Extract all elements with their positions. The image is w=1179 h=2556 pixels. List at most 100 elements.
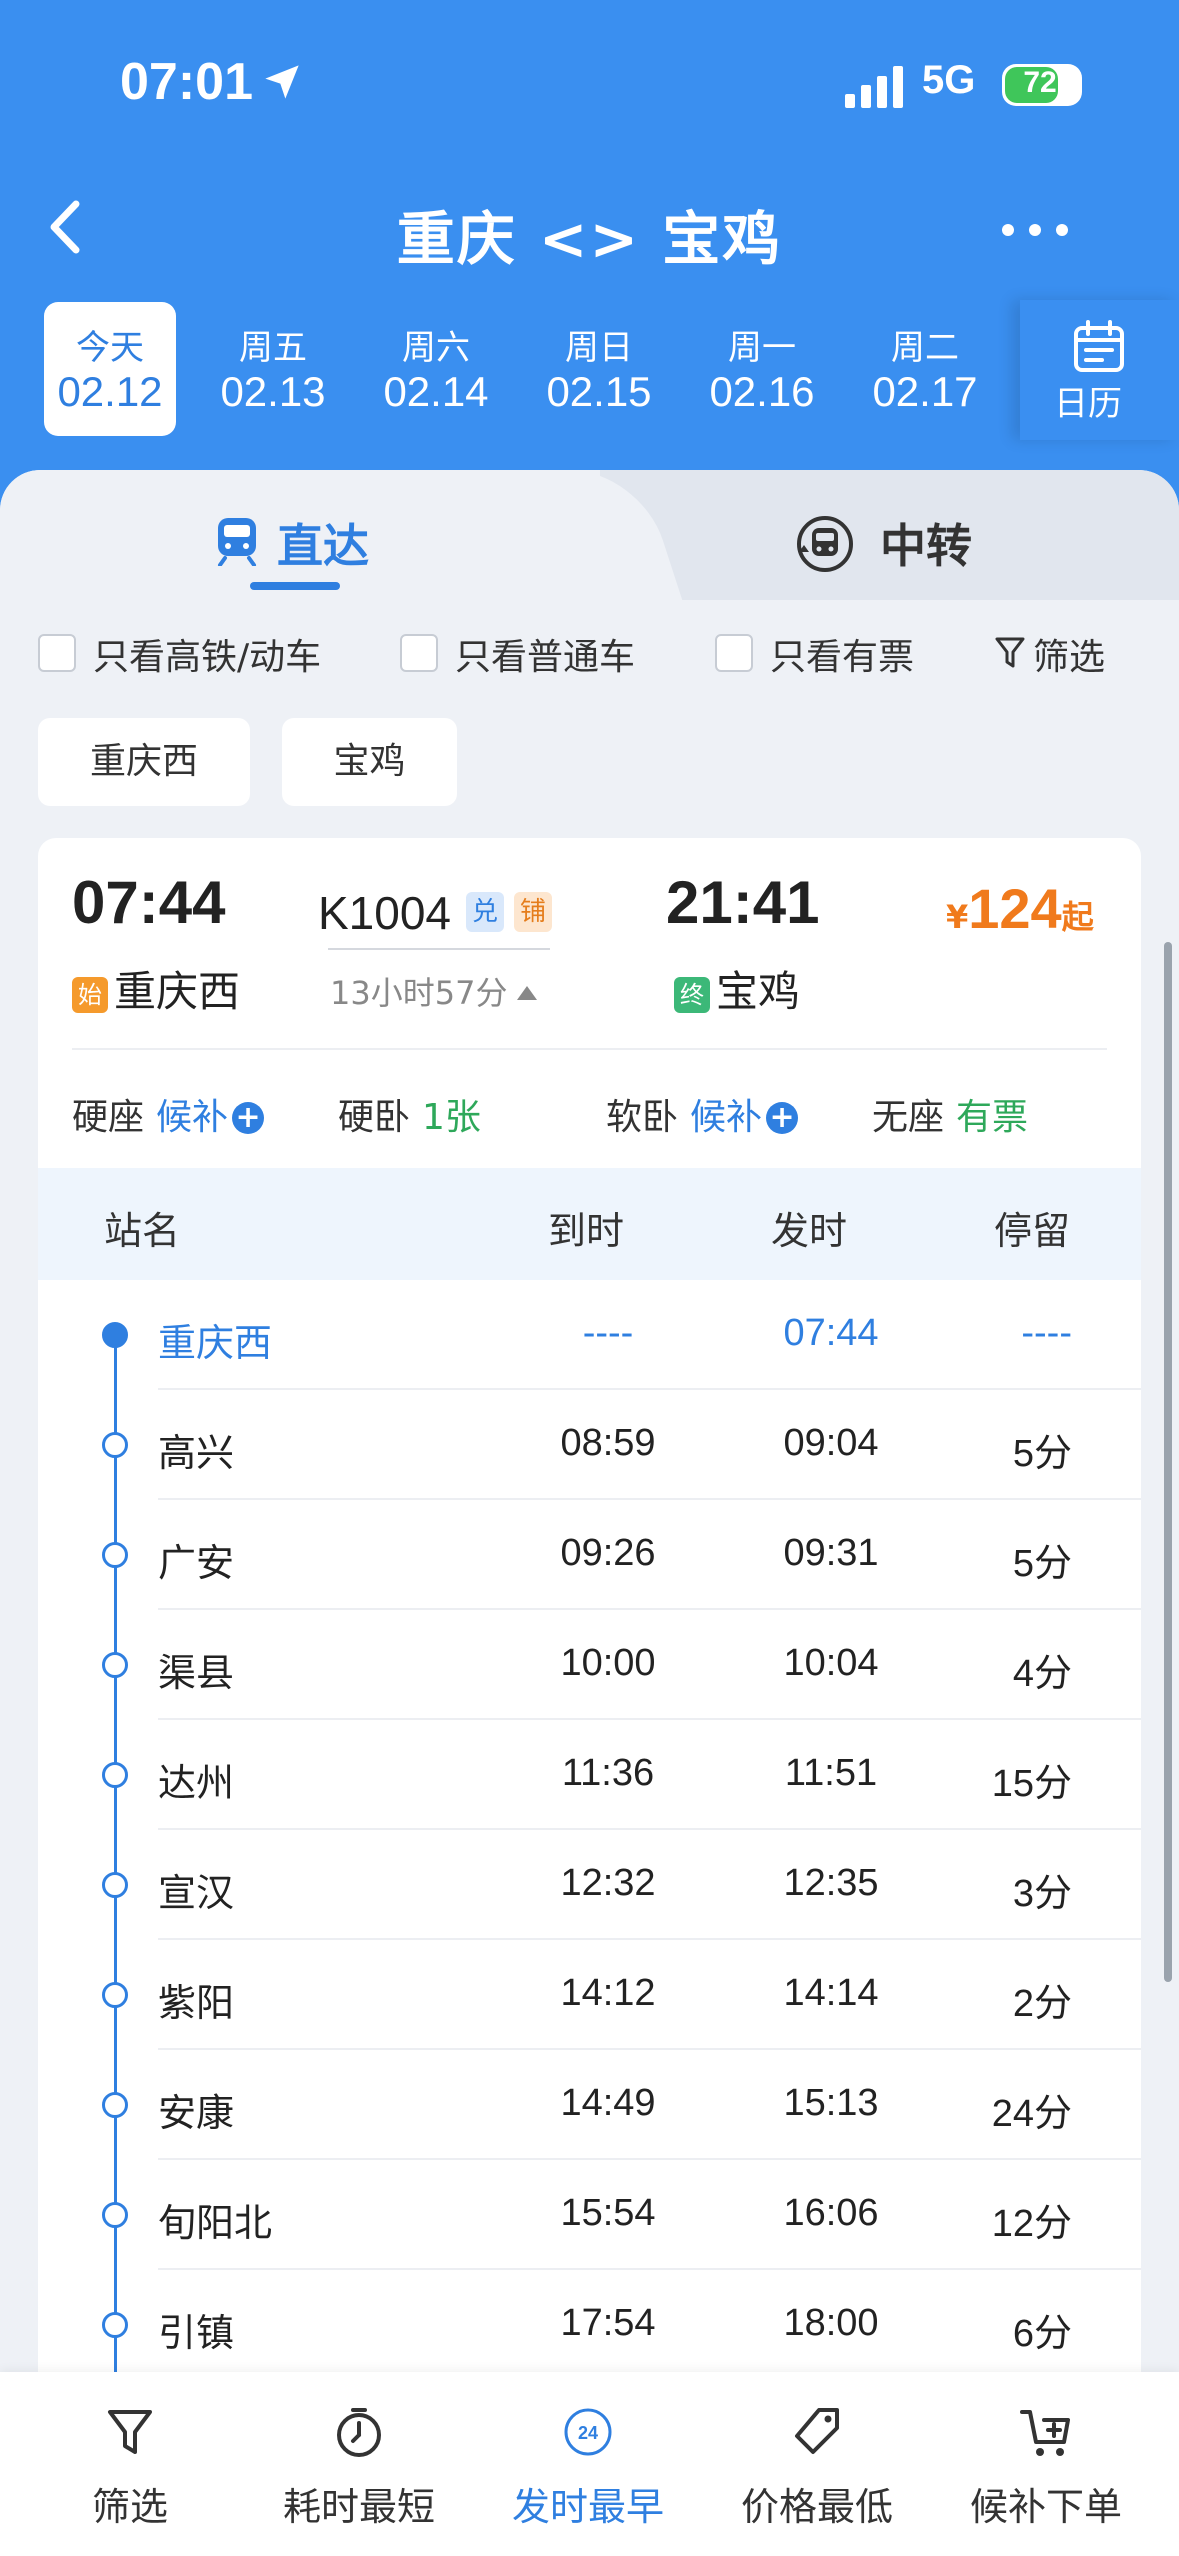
stop-stay: 15分 bbox=[991, 1763, 1072, 1805]
end-badge: 终 bbox=[674, 976, 710, 1013]
stop-depart: 09:31 bbox=[783, 1532, 879, 1574]
stopwatch-icon bbox=[337, 2408, 381, 2457]
transfer-train-icon bbox=[797, 516, 853, 572]
seat-hard-sleeper[interactable]: 硬卧 1张 bbox=[338, 1088, 481, 1140]
stop-arrive: 12:32 bbox=[560, 1862, 656, 1904]
tab-transfer-label: 中转 bbox=[880, 519, 972, 573]
date-tab-fri[interactable]: 周五 02.13 bbox=[207, 302, 339, 436]
main-panel: 直达 中转 只看高铁/动车 只看普通车 只看有票 筛选 重庆西 宝鸡 07:44… bbox=[0, 470, 1179, 2556]
duration-text: 13小时57分 bbox=[330, 974, 508, 1012]
sort-earliest-button[interactable]: 24 发时最早 bbox=[488, 2394, 688, 2534]
stop-stay: 4分 bbox=[1012, 1653, 1072, 1695]
checkbox-box[interactable] bbox=[400, 634, 438, 672]
plus-circle-icon[interactable]: + bbox=[766, 1102, 799, 1134]
date-weekday: 周日 bbox=[565, 328, 633, 368]
table-row: 紫阳 14:12 14:14 2分 bbox=[38, 1940, 1141, 2050]
active-tab-indicator bbox=[250, 582, 340, 590]
checkbox-label: 只看普通车 bbox=[455, 637, 636, 678]
price-currency: ¥ bbox=[946, 898, 969, 936]
date-tab-sat[interactable]: 周六 02.14 bbox=[370, 302, 502, 436]
funnel-icon bbox=[108, 2410, 152, 2454]
duration-line bbox=[328, 948, 550, 950]
waitlist-order-button[interactable]: 候补下单 bbox=[946, 2394, 1146, 2534]
calendar-button[interactable]: 日历 bbox=[1020, 300, 1179, 440]
departure-station-name: 重庆西 bbox=[114, 967, 241, 1016]
stop-dot bbox=[102, 1322, 128, 1348]
stop-dot bbox=[102, 1652, 128, 1678]
station-chip-departure[interactable]: 重庆西 bbox=[38, 718, 250, 806]
duration-toggle[interactable]: 13小时57分 bbox=[330, 968, 538, 1014]
caret-up-icon bbox=[517, 986, 538, 1000]
redeem-tag: 兑 bbox=[466, 892, 504, 932]
stop-depart: 09:04 bbox=[783, 1422, 879, 1464]
sort-shortest-label: 耗时最短 bbox=[282, 2485, 435, 2529]
bottom-filter-label: 筛选 bbox=[91, 2485, 168, 2529]
stop-name: 宣汉 bbox=[158, 1871, 235, 1915]
stop-stay: 5分 bbox=[1012, 1543, 1072, 1585]
stop-arrive: 11:36 bbox=[561, 1752, 655, 1794]
stop-arrive: 17:54 bbox=[560, 2302, 656, 2344]
price: ¥124起 bbox=[946, 876, 1094, 941]
stops-table-header: 站名 到时 发时 停留 bbox=[38, 1168, 1141, 1280]
date-tab-today[interactable]: 今天 02.12 bbox=[44, 302, 176, 436]
seat-soft-sleeper[interactable]: 软卧 候补 + bbox=[606, 1088, 799, 1140]
berth-tag: 铺 bbox=[514, 892, 552, 932]
table-row: 广安 09:26 09:31 5分 bbox=[38, 1500, 1141, 1610]
checkbox-label: 只看有票 bbox=[770, 637, 915, 678]
calendar-label: 日历 bbox=[1054, 384, 1122, 424]
stop-stay: ---- bbox=[1021, 1312, 1072, 1354]
train-number: K1004 bbox=[318, 887, 452, 939]
plus-circle-icon[interactable]: + bbox=[232, 1102, 265, 1134]
date-value: 02.15 bbox=[546, 368, 652, 415]
seat-standing[interactable]: 无座 有票 bbox=[872, 1088, 1028, 1140]
table-row: 旬阳北 15:54 16:06 12分 bbox=[38, 2160, 1141, 2270]
cellular-signal-icon bbox=[845, 66, 903, 108]
table-row: 渠县 10:00 10:04 4分 bbox=[38, 1610, 1141, 1720]
table-row: 重庆西 ---- 07:44 ---- bbox=[38, 1280, 1141, 1390]
checkbox-box[interactable] bbox=[38, 634, 76, 672]
stop-depart: 07:44 bbox=[783, 1312, 879, 1354]
header-arrive: 到时 bbox=[548, 1209, 625, 1253]
date-selector: 今天 02.12 周五 02.13 周六 02.14 周日 02.15 周一 0… bbox=[0, 300, 1179, 440]
filter-row: 只看高铁/动车 只看普通车 只看有票 筛选 bbox=[0, 620, 1179, 680]
stop-name: 旬阳北 bbox=[158, 2201, 273, 2245]
sort-earliest-label: 发时最早 bbox=[511, 2485, 664, 2529]
battery-icon: 72 bbox=[1002, 64, 1082, 106]
date-value: 02.14 bbox=[383, 368, 489, 415]
sort-cheapest-button[interactable]: 价格最低 bbox=[717, 2394, 917, 2534]
scrollbar[interactable] bbox=[1164, 942, 1172, 1982]
seat-name: 软卧 bbox=[606, 1097, 679, 1138]
checkbox-label: 只看高铁/动车 bbox=[93, 637, 322, 678]
stop-name: 达州 bbox=[158, 1761, 235, 1805]
table-row: 安康 14:49 15:13 24分 bbox=[38, 2050, 1141, 2160]
sort-shortest-button[interactable]: 耗时最短 bbox=[259, 2394, 459, 2534]
date-tab-tue[interactable]: 周二 02.17 bbox=[859, 302, 991, 436]
cart-plus-icon bbox=[1020, 2410, 1070, 2456]
seat-status: 有票 bbox=[956, 1097, 1029, 1138]
stop-depart: 10:04 bbox=[783, 1642, 879, 1684]
stop-depart: 18:00 bbox=[783, 2302, 879, 2344]
bottom-filter-button[interactable]: 筛选 bbox=[30, 2394, 230, 2534]
tab-direct-label: 直达 bbox=[277, 519, 369, 573]
stop-stay: 6分 bbox=[1012, 2313, 1072, 2355]
funnel-icon bbox=[995, 637, 1025, 668]
stop-stay: 3分 bbox=[1012, 1873, 1072, 1915]
more-dots-icon[interactable] bbox=[1000, 220, 1070, 240]
status-time: 07:01 bbox=[120, 53, 253, 111]
checkbox-box[interactable] bbox=[715, 634, 753, 672]
train-card[interactable]: 07:44 始重庆西 K1004 兑 铺 13小时57分 21:41 终宝鸡 ¥… bbox=[38, 838, 1141, 2556]
date-tab-sun[interactable]: 周日 02.15 bbox=[533, 302, 665, 436]
station-chip-arrival[interactable]: 宝鸡 bbox=[282, 718, 457, 806]
departure-time: 07:44 bbox=[72, 869, 226, 936]
header-depart: 发时 bbox=[771, 1209, 848, 1253]
bottom-toolbar: 筛选 耗时最短 24 发时最早 价格最低 候补下单 bbox=[0, 2372, 1179, 2556]
departure-station: 始重庆西 bbox=[72, 958, 240, 1019]
stop-stay: 5分 bbox=[1012, 1433, 1072, 1475]
sort-cheapest-label: 价格最低 bbox=[740, 2485, 893, 2529]
arrival-station: 终宝鸡 bbox=[674, 958, 800, 1019]
battery-percent: 72 bbox=[1023, 66, 1057, 99]
seat-hard-seat[interactable]: 硬座 候补 + bbox=[72, 1088, 265, 1140]
clock-24-text: 24 bbox=[578, 2423, 598, 2443]
date-tab-mon[interactable]: 周一 02.16 bbox=[696, 302, 828, 436]
header-station: 站名 bbox=[104, 1209, 181, 1253]
